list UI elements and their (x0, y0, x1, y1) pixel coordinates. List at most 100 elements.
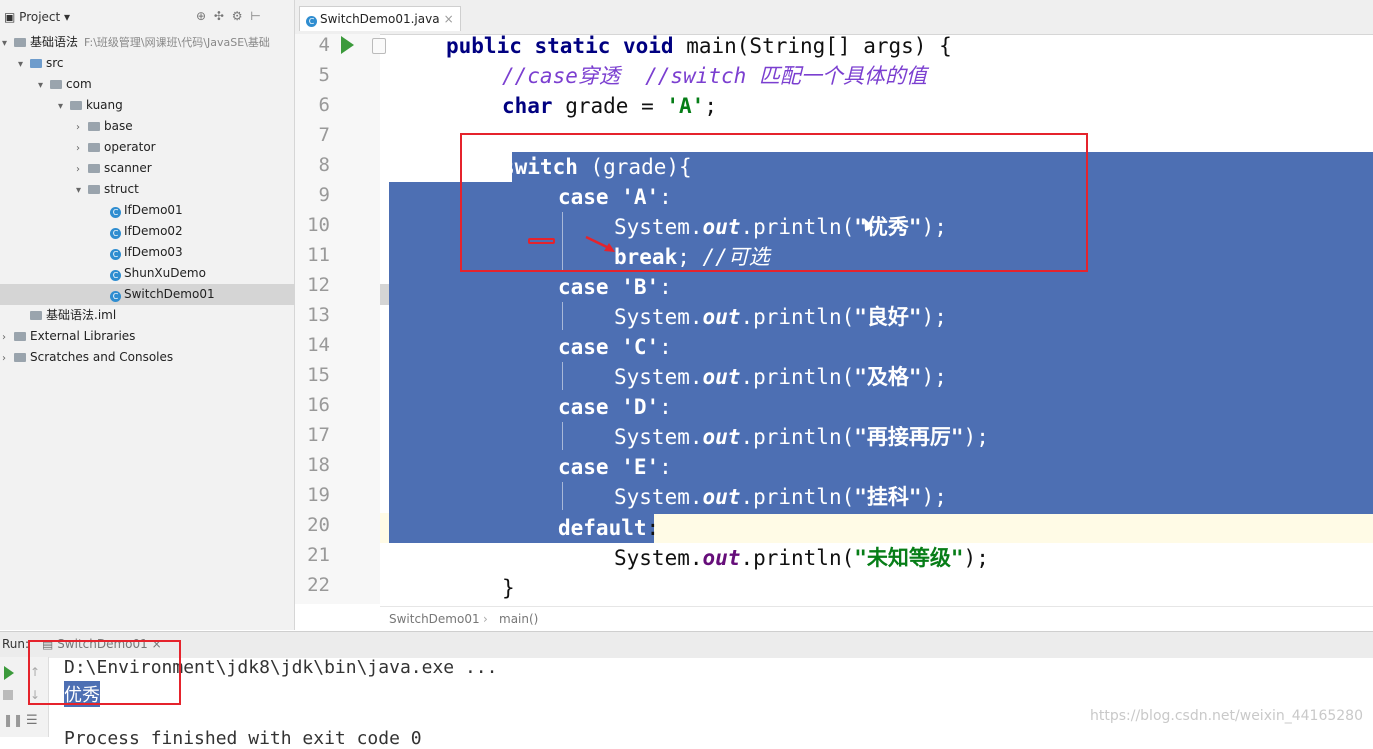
line-number[interactable]: 6 (300, 94, 330, 116)
tree-item-label: SwitchDemo01 (124, 287, 215, 301)
hide-icon[interactable]: ⊢ (250, 9, 262, 23)
tree-item[interactable]: C IfDemo02 (98, 221, 183, 242)
breadcrumb-class[interactable]: SwitchDemo01 (389, 612, 480, 626)
sync-icon[interactable]: ⊕ (196, 9, 208, 23)
tree-item[interactable]: › External Libraries (2, 326, 135, 347)
annotation-dash (528, 238, 555, 244)
pause-icon[interactable]: ❚❚ (3, 713, 23, 727)
chevron-down-icon[interactable]: ▾ (58, 96, 70, 116)
chevron-right-icon[interactable]: › (2, 327, 14, 347)
project-view-title: Project (19, 10, 61, 24)
indent-guide (562, 302, 563, 330)
chevron-right-icon[interactable]: › (76, 138, 88, 158)
run-label: Run: (2, 637, 30, 651)
tree-item[interactable]: ▾ 基础语法 F:\班级管理\网课班\代码\JavaSE\基础 (2, 32, 270, 53)
run-tool-window-header: Run: ▤ SwitchDemo01 × (0, 631, 1373, 658)
line-number[interactable]: 15 (300, 364, 330, 386)
chevron-down-icon[interactable]: ▾ (38, 75, 50, 95)
file-icon (30, 311, 42, 320)
gear-icon[interactable]: ⚙ (232, 9, 245, 23)
line-number[interactable]: 18 (300, 454, 330, 476)
code-line-17[interactable]: System.out.println("再接再厉"); (614, 422, 989, 452)
tree-item[interactable]: C IfDemo03 (98, 242, 183, 263)
tree-item-label: struct (104, 182, 139, 196)
tab-switchdemo01[interactable]: C SwitchDemo01.java × (299, 6, 461, 31)
line-number[interactable]: 17 (300, 424, 330, 446)
tree-item[interactable]: › scanner (76, 158, 152, 179)
project-panel-header[interactable]: ▣ Project ▾ ⊕ ✣ ⚙ ⊢ (0, 6, 294, 28)
code-line-12[interactable]: case 'B': (558, 272, 672, 302)
tree-item-label: IfDemo01 (124, 203, 183, 217)
indent-guide (562, 422, 563, 450)
code-line-22[interactable]: } (502, 573, 515, 603)
code-line-20[interactable]: default: (558, 513, 659, 543)
line-number[interactable]: 22 (300, 574, 330, 596)
tree-item-label: kuang (86, 98, 123, 112)
code-line-16[interactable]: case 'D': (558, 392, 672, 422)
breadcrumb-separator-icon: › (483, 612, 488, 626)
run-gutter-icon[interactable] (341, 36, 354, 54)
folder-icon (70, 101, 82, 110)
tree-item-label: Scratches and Consoles (30, 350, 174, 364)
fold-icon[interactable] (372, 38, 386, 54)
tab-title: SwitchDemo01.java (320, 12, 440, 26)
tree-item[interactable]: C IfDemo01 (98, 200, 183, 221)
code-line-13[interactable]: System.out.println("良好"); (614, 302, 947, 332)
close-icon[interactable]: × (444, 12, 454, 26)
line-number[interactable]: 7 (300, 124, 330, 146)
code-line-19[interactable]: System.out.println("挂科"); (614, 482, 947, 512)
tree-item-label: ShunXuDemo (124, 266, 206, 280)
indent-guide (562, 482, 563, 510)
chevron-down-icon[interactable]: ▾ (2, 33, 14, 53)
line-number[interactable]: 13 (300, 304, 330, 326)
tree-item[interactable]: ▾ src (18, 53, 64, 74)
folder-icon (50, 80, 62, 89)
code-line-6[interactable]: char grade = 'A'; (502, 91, 717, 121)
line-number[interactable]: 16 (300, 394, 330, 416)
code-line-14[interactable]: case 'C': (558, 332, 672, 362)
tree-item-label: 基础语法 (30, 35, 79, 49)
tree-item[interactable]: ▾ kuang (58, 95, 123, 116)
line-number[interactable]: 21 (300, 544, 330, 566)
line-number[interactable]: 11 (300, 244, 330, 266)
breadcrumb-method[interactable]: main() (499, 612, 538, 626)
chevron-right-icon[interactable]: › (76, 117, 88, 137)
chevron-right-icon[interactable]: › (2, 348, 14, 368)
watermark: https://blog.csdn.net/weixin_44165280 (1089, 708, 1363, 724)
line-number[interactable]: 10 (300, 214, 330, 236)
line-number[interactable]: 8 (300, 154, 330, 176)
chevron-down-icon[interactable]: ▾ (18, 54, 30, 74)
java-class-icon: C (110, 270, 121, 281)
tree-item[interactable]: C ShunXuDemo (98, 263, 206, 284)
project-view-icon: ▣ (4, 10, 16, 24)
tree-item-label: scanner (104, 161, 152, 175)
breadcrumb: SwitchDemo01 › main() (380, 606, 1373, 631)
tree-item[interactable]: ▾ struct (76, 179, 139, 200)
line-number[interactable]: 9 (300, 184, 330, 206)
line-number[interactable]: 4 (300, 34, 330, 56)
code-line-5[interactable]: //case穿透 //switch 匹配一个具体的值 (502, 61, 927, 91)
code-line-21[interactable]: System.out.println("未知等级"); (614, 543, 989, 573)
tree-item[interactable]: › operator (76, 137, 156, 158)
console-exit-line: Process finished with exit code 0 (64, 728, 422, 749)
line-number[interactable]: 19 (300, 484, 330, 506)
collapse-icon[interactable]: ✣ (214, 9, 226, 23)
stop-icon[interactable] (3, 690, 13, 700)
line-number[interactable]: 20 (300, 514, 330, 536)
rerun-icon[interactable] (4, 666, 14, 680)
tree-item[interactable]: › Scratches and Consoles (2, 347, 173, 368)
line-number[interactable]: 5 (300, 64, 330, 86)
code-line-18[interactable]: case 'E': (558, 452, 672, 482)
line-number[interactable]: 12 (300, 274, 330, 296)
soft-wrap-icon[interactable]: ☰ (26, 713, 38, 728)
tree-item[interactable]: 基础语法.iml (18, 305, 116, 326)
project-toolbar[interactable]: ⊕ ✣ ⚙ ⊢ (196, 9, 263, 23)
chevron-down-icon[interactable]: ▾ (76, 180, 88, 200)
code-line-4[interactable]: public static void main(String[] args) { (446, 31, 952, 61)
chevron-right-icon[interactable]: › (76, 159, 88, 179)
tree-item[interactable]: ▾ com (38, 74, 92, 95)
line-number[interactable]: 14 (300, 334, 330, 356)
code-line-15[interactable]: System.out.println("及格"); (614, 362, 947, 392)
tree-item[interactable]: › base (76, 116, 133, 137)
scratch-icon (14, 353, 26, 362)
